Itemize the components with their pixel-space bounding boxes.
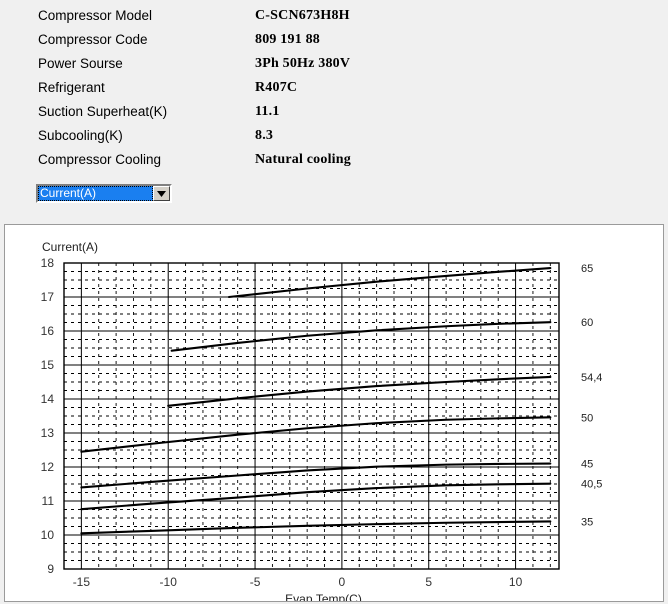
chart-series-label: 65 (581, 263, 593, 275)
spec-label-refrigerant: Refrigerant (38, 80, 105, 95)
chart-type-select-value[interactable]: Current(A) (38, 186, 153, 201)
spec-value-compressor-model: C-SCN673H8H (255, 8, 350, 23)
spec-label-subcooling: Subcooling(K) (38, 128, 123, 143)
chart-series-labels: 65 60 54,4 50 45 40,5 35 (581, 263, 602, 528)
chart-tick-labels: -15 -10 -5 0 5 10 9 10 11 12 13 14 15 16 17 18 (41, 256, 523, 589)
spec-row: Compressor Model C-SCN673H8H (38, 8, 638, 30)
spec-value-compressor-code: 809 191 88 (255, 32, 320, 47)
spec-label-compressor-cooling: Compressor Cooling (38, 152, 162, 167)
chart-y-tick-label: 9 (47, 562, 54, 576)
chart-x-tick-label: -10 (160, 575, 178, 589)
spec-row: Refrigerant R407C (38, 80, 638, 102)
spec-value-power-sourse: 3Ph 50Hz 380V (255, 56, 351, 71)
spec-row: Suction Superheat(K) 11.1 (38, 104, 638, 126)
chart-series-line (80, 520, 552, 535)
spec-label-power-sourse: Power Sourse (38, 56, 123, 71)
chart-series-label: 60 (581, 317, 593, 329)
current-chart-panel: -15 -10 -5 0 5 10 9 10 11 12 13 14 15 16 17 18 65 60 54,4… (4, 224, 664, 602)
chart-x-tick-label: 5 (425, 575, 432, 589)
current-vs-evap-temp-chart: -15 -10 -5 0 5 10 9 10 11 12 13 14 15 16 17 18 65 60 54,4… (41, 240, 603, 601)
chart-y-tick-label: 13 (41, 426, 55, 440)
chart-x-tick-label: -5 (250, 575, 261, 589)
chart-series-label: 40,5 (581, 479, 602, 491)
spec-value-subcooling: 8.3 (255, 128, 274, 143)
spec-value-suction-superheat: 11.1 (255, 104, 280, 119)
chart-y-tick-label: 15 (41, 358, 55, 372)
spec-row: Subcooling(K) 8.3 (38, 128, 638, 150)
chart-series (80, 267, 552, 535)
chart-x-tick-label: 0 (339, 575, 346, 589)
chart-series-line (80, 482, 552, 511)
chart-y-tick-label: 17 (41, 290, 55, 304)
chart-series-label: 54,4 (581, 372, 602, 384)
chart-y-tick-label: 11 (42, 494, 55, 508)
chart-series-line (227, 267, 552, 299)
spec-value-compressor-cooling: Natural cooling (255, 152, 351, 167)
spec-label-compressor-code: Compressor Code (38, 32, 148, 47)
chart-type-select[interactable]: Current(A) (36, 184, 172, 203)
chart-series-label: 50 (581, 412, 593, 424)
chart-x-axis-label: Evap.Temp(C) (285, 592, 362, 601)
chart-y-tick-label: 12 (41, 460, 55, 474)
chevron-down-icon[interactable] (153, 186, 170, 201)
chart-y-tick-label: 14 (41, 392, 55, 406)
chart-y-tick-label: 16 (41, 324, 55, 338)
compressor-spec-panel: Compressor Model C-SCN673H8H Compressor … (0, 0, 668, 222)
chart-x-tick-label: -15 (73, 575, 91, 589)
spec-value-refrigerant: R407C (255, 80, 298, 95)
spec-row: Compressor Cooling Natural cooling (38, 152, 638, 174)
chart-series-label: 45 (581, 459, 593, 471)
spec-row: Power Sourse 3Ph 50Hz 380V (38, 56, 638, 78)
chart-y-axis-label: Current(A) (42, 240, 98, 254)
chart-series-line (170, 321, 552, 352)
chart-series-line (80, 416, 552, 453)
spec-label-compressor-model: Compressor Model (38, 8, 153, 23)
chart-x-tick-label: 10 (509, 575, 523, 589)
spec-row: Compressor Code 809 191 88 (38, 32, 638, 54)
spec-label-suction-superheat: Suction Superheat(K) (38, 104, 168, 119)
chart-series-label: 35 (581, 516, 593, 528)
chart-y-tick-label: 18 (41, 256, 55, 270)
chart-y-tick-label: 10 (41, 528, 55, 542)
